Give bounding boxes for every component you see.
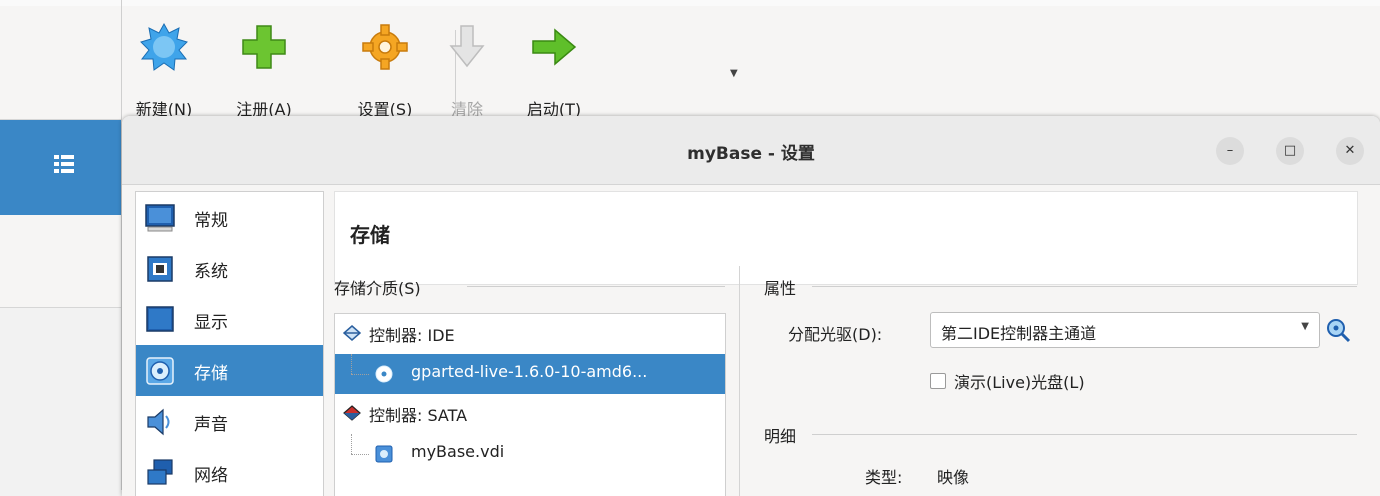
storage-tree[interactable]: 控制器: IDE gparted-live-1.6.0-10-amd6... 控… (334, 313, 726, 496)
start-dropdown-chevron-icon[interactable]: ▼ (730, 68, 738, 79)
tree-item-ide-controller[interactable]: 控制器: IDE (335, 314, 725, 354)
hard-disk-icon (375, 445, 393, 463)
attributes-label: 属性 (764, 279, 797, 298)
sidebar-machine-item[interactable] (0, 215, 122, 308)
settings-dialog: myBase - 设置 – □ ✕ 常规 系统 显示 存储 声音 网络 存储 存… (122, 116, 1380, 496)
sidebar-item-machine-tools[interactable] (0, 120, 122, 215)
start-arrow-right-icon (532, 28, 577, 66)
optical-drive-select[interactable]: 第二IDE控制器主通道 ▼ (930, 312, 1320, 348)
gear-icon (362, 24, 408, 70)
settings-category-list: 常规 系统 显示 存储 声音 网络 (135, 191, 324, 496)
tree-connector (351, 354, 353, 374)
dialog-title: myBase - 设置 (687, 144, 815, 164)
start-button[interactable]: 启动(T) (512, 16, 596, 119)
tree-connector (351, 454, 369, 456)
close-button[interactable]: ✕ (1336, 137, 1364, 165)
network-icon (147, 459, 173, 485)
monitor-icon (145, 204, 175, 232)
tree-item-sata-controller[interactable]: 控制器: SATA (335, 394, 725, 434)
optical-disc-icon (375, 365, 393, 383)
category-general[interactable]: 常规 (136, 192, 323, 243)
category-label: 网络 (194, 466, 228, 486)
tree-item-hard-disk[interactable]: myBase.vdi (335, 434, 725, 474)
list-menu-icon (54, 155, 74, 173)
settings-button[interactable]: 设置(S) (343, 16, 427, 119)
category-label: 常规 (194, 211, 228, 231)
discard-arrow-down-icon (449, 25, 485, 68)
page-title: 存储 (350, 223, 390, 247)
discard-button[interactable]: 清除 (425, 16, 509, 119)
category-display[interactable]: 显示 (136, 294, 323, 345)
details-label: 明细 (764, 427, 797, 446)
sidebar-tools-area (0, 6, 122, 120)
category-label: 声音 (194, 415, 228, 435)
optical-drive-label: 分配光驱(D): (788, 325, 883, 344)
dialog-titlebar[interactable]: myBase - 设置 – □ ✕ (122, 116, 1380, 185)
tree-item-label: myBase.vdi (411, 442, 505, 461)
group-divider (812, 286, 1357, 287)
storage-media-label: 存储介质(S) (334, 279, 421, 298)
type-value: 映像 (937, 468, 970, 487)
storage-disc-icon (146, 357, 174, 385)
category-system[interactable]: 系统 (136, 243, 323, 294)
category-network[interactable]: 网络 (136, 447, 323, 496)
tree-item-label: gparted-live-1.6.0-10-amd6... (411, 362, 648, 381)
category-audio[interactable]: 声音 (136, 396, 323, 447)
group-divider (812, 434, 1357, 435)
optical-drive-value: 第二IDE控制器主通道 (941, 324, 1097, 343)
pane-splitter[interactable] (739, 266, 740, 496)
machine-sidebar (0, 6, 122, 496)
chevron-down-icon: ▼ (1301, 321, 1309, 332)
category-storage[interactable]: 存储 (136, 345, 323, 396)
register-button[interactable]: 注册(A) (222, 16, 306, 119)
live-cd-label: 演示(Live)光盘(L) (954, 373, 1085, 392)
choose-disk-icon[interactable] (1325, 317, 1351, 343)
main-toolbar: 新建(N) 注册(A) 设置(S) 清除 启动(T) ▼ (122, 6, 1380, 119)
category-label: 显示 (194, 313, 228, 333)
new-button[interactable]: 新建(N) (122, 16, 206, 119)
tree-item-optical-disc[interactable]: gparted-live-1.6.0-10-amd6... (335, 354, 725, 394)
tree-connector (351, 434, 353, 454)
sata-controller-icon (343, 405, 361, 421)
speaker-icon (147, 408, 170, 436)
category-label: 系统 (194, 262, 228, 282)
tree-connector (351, 374, 369, 376)
minimize-button[interactable]: – (1216, 137, 1244, 165)
chip-icon (147, 256, 173, 282)
maximize-button[interactable]: □ (1276, 137, 1304, 165)
ide-controller-icon (343, 325, 361, 341)
tree-item-label: 控制器: IDE (369, 326, 455, 345)
group-divider (467, 286, 725, 287)
tree-item-label: 控制器: SATA (369, 406, 468, 425)
live-cd-checkbox[interactable] (930, 373, 946, 389)
page-header: 存储 (334, 191, 1358, 285)
display-icon (146, 306, 174, 332)
category-label: 存储 (194, 364, 228, 384)
type-label: 类型: (865, 468, 903, 487)
new-star-icon (140, 22, 188, 71)
add-plus-icon (242, 25, 286, 69)
